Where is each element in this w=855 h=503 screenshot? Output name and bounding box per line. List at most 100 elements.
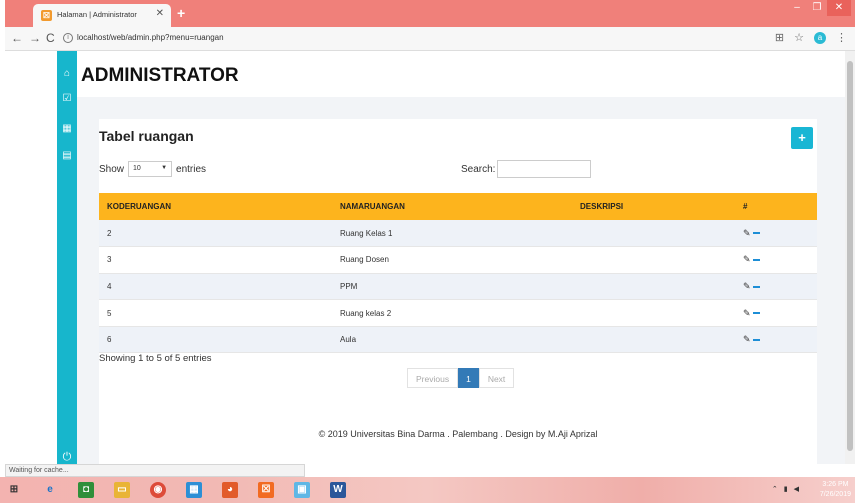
power-icon[interactable]: ⏻ xyxy=(61,451,73,463)
url-field[interactable]: i localhost/web/admin.php?menu=ruangan xyxy=(63,30,765,48)
close-tab-icon[interactable]: ✕ xyxy=(156,8,164,19)
browser-status-text: Waiting for cache... xyxy=(5,464,305,477)
url-text: localhost/web/admin.php?menu=ruangan xyxy=(77,33,224,42)
xampp-icon: ☒ xyxy=(41,10,52,21)
delete-icon[interactable] xyxy=(752,312,760,315)
cell-deskripsi xyxy=(572,220,735,248)
file-explorer-icon[interactable]: ▭ xyxy=(114,482,130,498)
delete-icon[interactable] xyxy=(752,259,760,262)
next-page-button[interactable]: Next xyxy=(478,368,515,388)
table-row: 2 Ruang Kelas 1 ✎ xyxy=(99,220,817,248)
scrollbar-thumb[interactable] xyxy=(847,61,853,451)
browser-titlebar: ☒ Halaman | Administrator ✕ + – ❐ ✕ xyxy=(5,0,855,27)
chrome-icon[interactable]: ◉ xyxy=(150,482,166,498)
table-info: Showing 1 to 5 of 5 entries xyxy=(99,353,212,364)
column-header-deskripsi[interactable]: DESKRIPSI xyxy=(572,193,735,220)
edit-icon[interactable]: ✎ xyxy=(743,334,751,344)
sidebar: ⌂ ☑ ▦ ▤ xyxy=(57,51,77,464)
cell-namaruangan: Aula xyxy=(332,326,572,354)
page-scrollbar[interactable] xyxy=(845,51,855,464)
delete-icon[interactable] xyxy=(752,285,760,288)
minimize-icon[interactable]: – xyxy=(787,0,807,16)
checkbox-icon[interactable]: ☑ xyxy=(61,93,73,105)
cell-koderuangan: 2 xyxy=(99,220,332,248)
close-window-icon[interactable]: ✕ xyxy=(827,0,851,16)
previous-page-button[interactable]: Previous xyxy=(407,368,459,388)
home-icon[interactable]: ⌂ xyxy=(61,68,73,80)
browser-tab[interactable]: ☒ Halaman | Administrator ✕ xyxy=(33,4,171,27)
tray-expand-icon[interactable]: ⌃ xyxy=(772,485,778,493)
windows-store-icon[interactable]: ▦ xyxy=(186,482,202,498)
internet-explorer-icon[interactable]: e xyxy=(42,482,58,498)
delete-icon[interactable] xyxy=(752,338,760,341)
forward-icon[interactable]: → xyxy=(29,31,41,45)
page-footer: © 2019 Universitas Bina Darma . Palemban… xyxy=(99,407,817,464)
edit-icon[interactable]: ✎ xyxy=(743,281,751,291)
page-length-value: 10 xyxy=(133,165,141,172)
room-table-panel: Tabel ruangan + Show 10 ▼ entries Search… xyxy=(99,119,817,441)
entries-label: entries xyxy=(176,163,207,175)
cell-actions: ✎ xyxy=(735,246,817,274)
pagination: Previous 1 Next xyxy=(407,368,515,388)
network-icon[interactable]: ▮ xyxy=(784,485,788,493)
menu-kebab-icon[interactable]: ⋮ xyxy=(836,31,847,44)
edit-icon[interactable]: ✎ xyxy=(743,308,751,318)
delete-icon[interactable] xyxy=(752,232,760,235)
taskbar-clock[interactable]: 3:26 PM 7/26/2019 xyxy=(820,480,851,500)
photos-icon[interactable]: ▣ xyxy=(294,482,310,498)
window-controls: – ❐ ✕ xyxy=(787,0,851,18)
translate-icon[interactable]: ⊞ xyxy=(775,31,784,44)
table-row: 6 Aula ✎ xyxy=(99,326,817,354)
store-icon[interactable]: ◘ xyxy=(78,482,94,498)
windows-taskbar: ⊞ e ◘ ▭ ◉ ▦ ◕ ☒ ▣ W ⌃ ▮ ◀ 3:26 PM 7/26/2… xyxy=(0,477,855,503)
clock-time: 3:26 PM xyxy=(822,481,849,488)
footer-text: © 2019 Universitas Bina Darma . Palemban… xyxy=(318,429,598,439)
cell-deskripsi xyxy=(572,273,735,301)
reload-icon[interactable]: C xyxy=(46,31,55,45)
document-icon[interactable]: ▤ xyxy=(61,150,73,162)
cell-koderuangan: 5 xyxy=(99,299,332,327)
cell-actions: ✎ xyxy=(735,273,817,301)
profile-avatar[interactable]: a xyxy=(814,31,826,44)
cell-namaruangan: Ruang kelas 2 xyxy=(332,299,572,327)
cell-koderuangan: 6 xyxy=(99,326,332,354)
page-length-control: Show 10 ▼ entries xyxy=(99,161,206,177)
tab-title: Halaman | Administrator xyxy=(57,10,137,19)
windows-start-icon[interactable]: ⊞ xyxy=(6,482,22,498)
column-header-koderuangan[interactable]: KODERUANGAN xyxy=(99,193,332,220)
new-tab-button[interactable]: + xyxy=(177,5,185,21)
table-row: 3 Ruang Dosen ✎ xyxy=(99,246,817,274)
page-button-1[interactable]: 1 xyxy=(458,368,479,388)
edit-icon[interactable]: ✎ xyxy=(743,228,751,238)
column-header-namaruangan[interactable]: NAMARUANGAN xyxy=(332,193,572,220)
caret-down-icon: ▼ xyxy=(161,165,168,171)
table-icon[interactable]: ▦ xyxy=(61,123,73,135)
word-icon[interactable]: W xyxy=(330,482,346,498)
back-icon[interactable]: ← xyxy=(11,31,23,45)
restore-icon[interactable]: ❐ xyxy=(807,0,827,16)
page-length-select[interactable]: 10 ▼ xyxy=(128,161,173,177)
search-control: Search: xyxy=(461,160,592,178)
add-room-button[interactable]: + xyxy=(791,127,813,149)
search-input[interactable] xyxy=(497,160,592,178)
system-tray: ⌃ ▮ ◀ xyxy=(772,485,799,493)
edit-icon[interactable]: ✎ xyxy=(743,254,751,264)
panel-title: Tabel ruangan xyxy=(99,128,194,144)
main-content: ADMINISTRATOR Tabel ruangan + Show 10 ▼ … xyxy=(77,51,845,464)
table-row: 5 Ruang kelas 2 ✎ xyxy=(99,299,817,327)
cell-actions: ✎ xyxy=(735,299,817,327)
xampp-taskbar-icon[interactable]: ☒ xyxy=(258,482,274,498)
cell-actions: ✎ xyxy=(735,220,817,248)
column-header-actions[interactable]: # xyxy=(735,193,817,220)
show-label: Show xyxy=(99,163,125,175)
info-icon[interactable]: i xyxy=(63,33,73,43)
volume-icon[interactable]: ◀ xyxy=(794,485,799,493)
table-header-row: KODERUANGAN NAMARUANGAN DESKRIPSI # xyxy=(99,193,817,220)
cell-namaruangan: Ruang Kelas 1 xyxy=(332,220,572,248)
table-row: 4 PPM ✎ xyxy=(99,273,817,301)
clock-date: 7/26/2019 xyxy=(819,491,851,498)
bookmark-star-icon[interactable]: ☆ xyxy=(794,31,804,44)
cell-namaruangan: PPM xyxy=(332,273,572,301)
search-label: Search: xyxy=(461,163,496,175)
paint-icon[interactable]: ◕ xyxy=(222,482,238,498)
